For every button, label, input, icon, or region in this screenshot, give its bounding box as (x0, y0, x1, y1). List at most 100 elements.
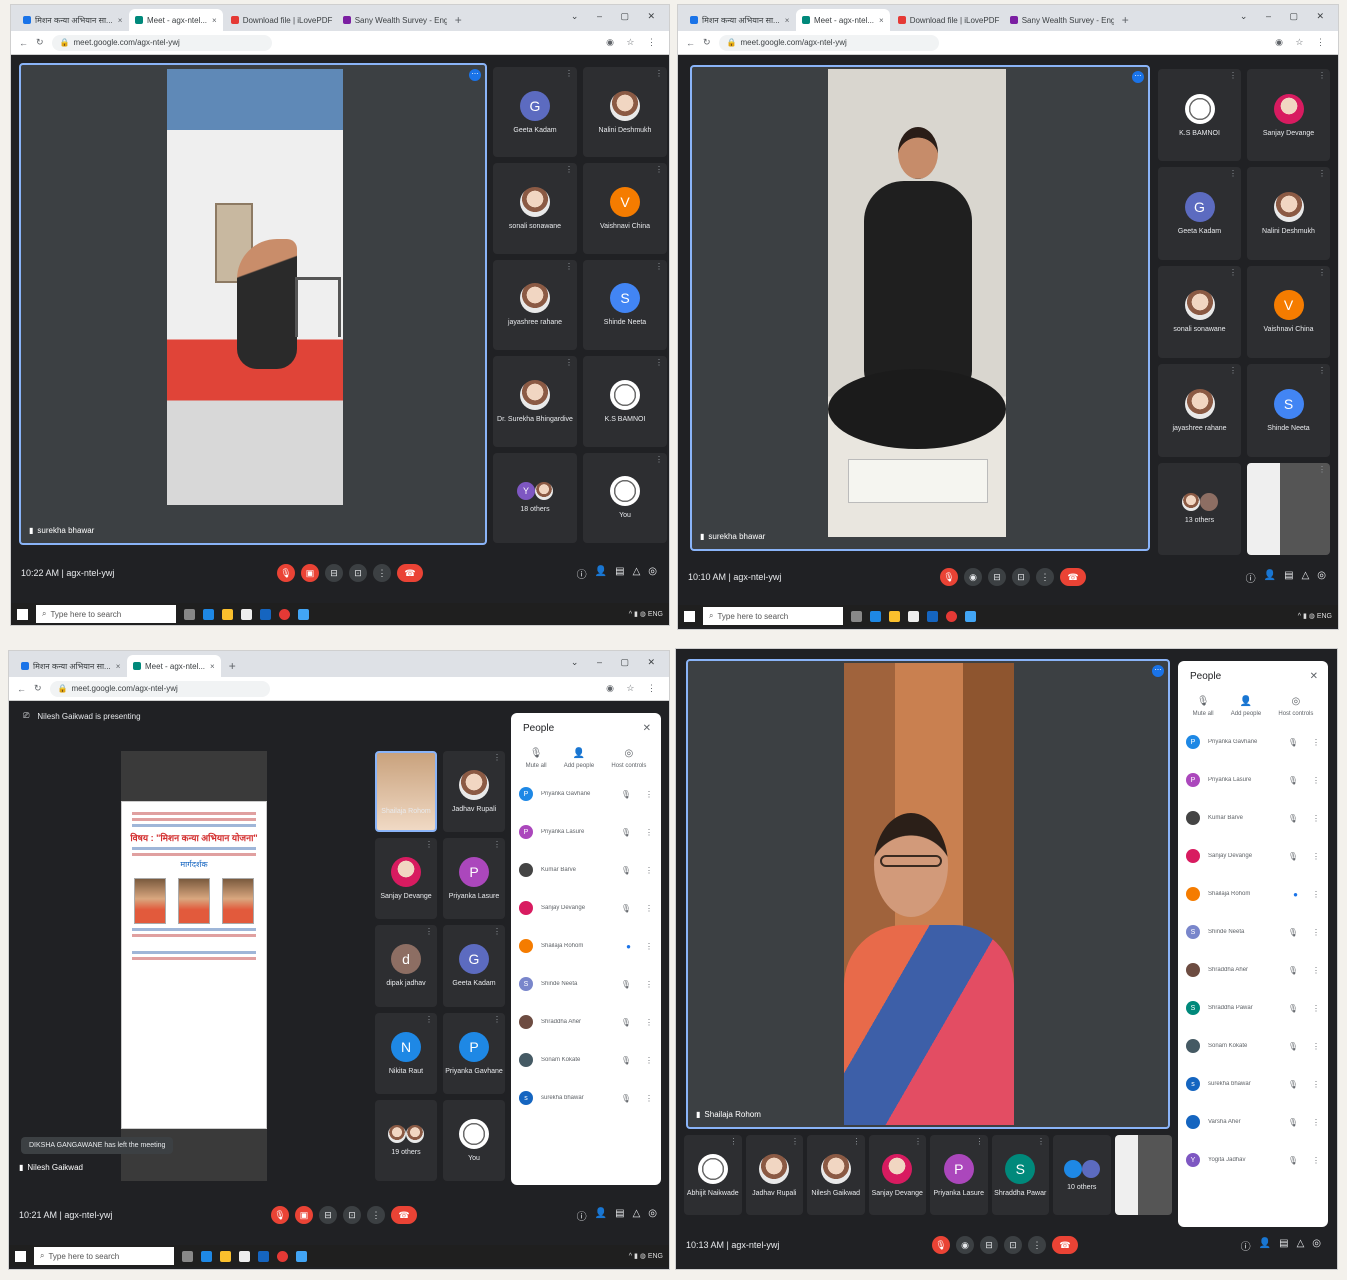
browser-tab[interactable]: मिशन कन्या अभियान सा... × (684, 9, 794, 31)
tab-close-icon[interactable]: × (212, 16, 217, 25)
window-controls-icon[interactable]: ⌄ – ▢ ✕ (571, 657, 663, 668)
participant-tile[interactable]: Shailaja Rohom (375, 751, 437, 833)
window-controls-icon[interactable]: ⌄ – ▢ ✕ (1240, 11, 1332, 22)
people-icon[interactable]: 👤 (1264, 570, 1276, 585)
files-icon[interactable] (889, 610, 900, 622)
list-item[interactable]: Sonam Kokate 🎙 ⋮ (1186, 1027, 1320, 1065)
files-icon[interactable] (220, 1250, 231, 1262)
mic-off-icon[interactable]: 🎙 (1288, 966, 1298, 975)
more-options-button[interactable]: ⋮ (1036, 568, 1054, 586)
tile-menu-icon[interactable]: ⋮ (655, 69, 663, 78)
tile-menu-icon[interactable]: ⋮ (655, 262, 663, 271)
tile-menu-icon[interactable]: ⋮ (655, 165, 663, 174)
mute-all-button[interactable]: 🎙 Mute all (1193, 696, 1214, 717)
url-field[interactable]: 🔒 meet.google.com/agx-ntel-ywj (49, 680, 270, 697)
participant-tile[interactable]: ⋮ jayashree rahane (1158, 364, 1241, 457)
tile-menu-icon[interactable]: ⋮ (1318, 268, 1326, 277)
more-icon[interactable]: ⋮ (1312, 966, 1320, 975)
list-item[interactable]: S Shinde Neeta 🎙 ⋮ (519, 965, 653, 1003)
more-icon[interactable]: ⋮ (645, 1018, 653, 1027)
tile-menu-icon[interactable]: ⋮ (565, 358, 573, 367)
chrome-icon[interactable] (946, 610, 957, 622)
pin-icon[interactable]: ⋯ (469, 69, 481, 81)
more-icon[interactable]: ⋮ (1312, 1004, 1320, 1013)
tile-menu-icon[interactable]: ⋮ (1037, 1137, 1045, 1146)
list-item[interactable]: Sanjay Devange 🎙 ⋮ (1186, 837, 1320, 875)
tab-close-icon[interactable]: × (879, 16, 884, 25)
tile-menu-icon[interactable]: ⋮ (853, 1137, 861, 1146)
more-icon[interactable]: ⋮ (1312, 1042, 1320, 1051)
close-icon[interactable]: ✕ (1310, 671, 1318, 682)
list-item[interactable]: Shraddha Aher 🎙 ⋮ (1186, 951, 1320, 989)
reload-icon[interactable]: ↻ (703, 37, 711, 48)
more-icon[interactable]: ⋮ (645, 1094, 653, 1103)
system-tray[interactable]: ^ ▮ ◍ ENG (629, 1252, 663, 1260)
tile-menu-icon[interactable]: ⋮ (976, 1137, 984, 1146)
more-icon[interactable]: ⋮ (645, 980, 653, 989)
edge-icon[interactable] (870, 610, 881, 622)
more-options-button[interactable]: ⋮ (373, 564, 391, 582)
participant-tile[interactable]: ⋮ N Nikita Raut (375, 1012, 437, 1094)
tile-menu-icon[interactable]: ⋮ (1318, 71, 1326, 80)
participant-tile[interactable]: ⋮ sonali sonawane (493, 163, 577, 254)
mic-off-icon[interactable]: 🎙 (1288, 1080, 1298, 1089)
tile-menu-icon[interactable]: ⋮ (1229, 268, 1237, 277)
new-tab-icon[interactable]: + (223, 655, 242, 677)
participant-tile[interactable]: ⋮ G Geeta Kadam (1158, 167, 1241, 260)
list-item[interactable]: P Priyanka Gavhane 🎙 ⋮ (519, 775, 653, 813)
present-button[interactable]: ⊡ (349, 564, 367, 582)
browser-tab[interactable]: Sany Wealth Survey - English× (1004, 9, 1114, 31)
host-controls-button[interactable]: ◎ Host controls (1278, 696, 1313, 717)
mic-off-icon[interactable]: 🎙 (1288, 776, 1298, 785)
participant-tile[interactable]: ⋮ P Priyanka Lasure (443, 838, 505, 920)
camera-button[interactable]: ◉ (956, 1236, 974, 1254)
activities-icon[interactable]: △ (1302, 570, 1310, 585)
browser-extension-icons[interactable]: ◉ ☆ ⋮ (606, 683, 661, 694)
participant-tile[interactable]: ⋮ jayashree rahane (493, 259, 577, 351)
list-item[interactable]: S Shraddha Pawar 🎙 ⋮ (1186, 989, 1320, 1027)
tile-menu-icon[interactable]: ⋮ (655, 455, 663, 464)
browser-tab-active[interactable]: Meet - agx-ntel... × (127, 655, 221, 677)
self-video-tile[interactable]: ⋮ (1247, 462, 1330, 555)
chrome-icon[interactable] (277, 1250, 288, 1262)
captions-button[interactable]: ⊟ (325, 564, 343, 582)
tab-close-icon[interactable]: × (785, 16, 790, 25)
host-controls-icon[interactable]: ◎ (1312, 1238, 1321, 1253)
mic-off-icon[interactable]: 🎙 (1288, 1004, 1298, 1013)
camera-off-button[interactable]: ▣ (301, 564, 319, 582)
participant-tile[interactable]: ⋮ d dipak jadhav (375, 925, 437, 1007)
tile-menu-icon[interactable]: ⋮ (914, 1137, 922, 1146)
more-icon[interactable]: ⋮ (1312, 1118, 1320, 1127)
list-item[interactable]: P Priyanka Lasure 🎙 ⋮ (519, 813, 653, 851)
others-tile[interactable]: Y 18 others (493, 452, 577, 543)
more-icon[interactable]: ⋮ (645, 790, 653, 799)
reload-icon[interactable]: ↻ (34, 683, 42, 694)
participant-tile[interactable]: ⋮ Nalini Deshmukh (583, 67, 667, 158)
tile-menu-icon[interactable]: ⋮ (1229, 169, 1237, 178)
tab-close-icon[interactable]: × (118, 16, 123, 25)
tile-menu-icon[interactable]: ⋮ (1318, 366, 1326, 375)
more-options-button[interactable]: ⋮ (1028, 1236, 1046, 1254)
tile-menu-icon[interactable]: ⋮ (655, 358, 663, 367)
browser-tab[interactable]: Download file | iLovePDF× (892, 9, 1002, 31)
list-item[interactable]: Kumar Barve 🎙 ⋮ (519, 851, 653, 889)
more-icon[interactable]: ⋮ (645, 866, 653, 875)
participant-tile[interactable]: ⋮ S Shinde Neeta (1247, 364, 1330, 457)
more-icon[interactable]: ⋮ (1312, 1156, 1320, 1165)
browser-tab[interactable]: Sany Wealth Survey - English× (337, 9, 447, 31)
others-tile[interactable]: 13 others (1158, 462, 1241, 555)
participant-tile[interactable]: ⋮ sonali sonawane (1158, 265, 1241, 359)
tile-menu-icon[interactable]: ⋮ (730, 1137, 738, 1146)
participant-tile[interactable]: ⋮ Jadhav Rupali (443, 751, 505, 833)
more-icon[interactable]: ⋮ (645, 1056, 653, 1065)
tab-close-icon[interactable]: × (210, 662, 215, 671)
browser-tab[interactable]: Download file | iLovePDF× (225, 9, 335, 31)
mic-off-button[interactable]: 🎙 (932, 1236, 950, 1254)
more-icon[interactable]: ⋮ (645, 942, 653, 951)
chat-icon[interactable]: ▤ (615, 566, 624, 581)
system-tray[interactable]: ^ ▮ ◍ ENG (629, 610, 663, 618)
self-tile[interactable]: ⋮ You (583, 452, 667, 543)
tile-menu-icon[interactable]: ⋮ (493, 1015, 501, 1024)
leave-call-button[interactable]: ☎ (391, 1206, 417, 1224)
list-item[interactable]: P Priyanka Lasure 🎙 ⋮ (1186, 761, 1320, 799)
